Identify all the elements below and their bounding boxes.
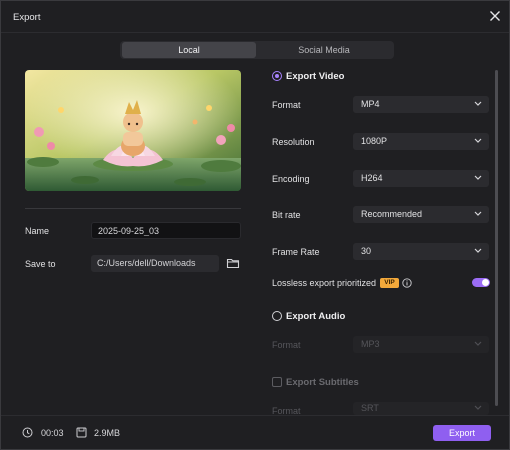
tab-social-media[interactable]: Social Media	[256, 42, 392, 58]
save-path-field[interactable]: C:/Users/dell/Downloads	[91, 255, 219, 272]
info-icon[interactable]	[402, 278, 412, 288]
close-icon	[490, 11, 500, 21]
vip-badge: VIP	[380, 278, 399, 288]
bitrate-label: Bit rate	[272, 210, 301, 220]
save-disk-icon	[76, 427, 87, 438]
resolution-select[interactable]: 1080P	[353, 133, 489, 150]
close-button[interactable]	[487, 8, 503, 24]
folder-icon	[226, 258, 240, 269]
duration-text: 00:03	[41, 428, 64, 438]
chevron-down-icon	[474, 101, 482, 106]
export-subtitles-checkbox[interactable]	[272, 377, 282, 387]
export-subtitles-heading: Export Subtitles	[286, 377, 359, 388]
bitrate-value: Recommended	[361, 209, 423, 219]
resolution-label: Resolution	[272, 137, 315, 147]
audio-format-select[interactable]: MP3	[353, 336, 489, 353]
encoding-label: Encoding	[272, 174, 310, 184]
clock-icon	[22, 427, 33, 438]
frame-rate-select[interactable]: 30	[353, 243, 489, 260]
browse-folder-button[interactable]	[226, 256, 240, 270]
chevron-down-icon	[474, 211, 482, 216]
chevron-down-icon	[474, 405, 482, 410]
video-format-select[interactable]: MP4	[353, 96, 489, 113]
lossless-export-label: Lossless export prioritized	[272, 278, 377, 288]
settings-scrollbar[interactable]	[495, 70, 498, 406]
footer-bar: 00:03 2.9MB Export	[1, 415, 509, 449]
bitrate-select[interactable]: Recommended	[353, 206, 489, 223]
video-preview-thumbnail	[25, 70, 241, 191]
export-video-heading: Export Video	[286, 71, 345, 82]
export-dialog: Export Local Social Media Name 2025-09-2…	[0, 0, 510, 450]
frame-rate-label: Frame Rate	[272, 247, 320, 257]
file-size-text: 2.9MB	[94, 428, 121, 438]
video-format-label: Format	[272, 100, 301, 110]
encoding-select[interactable]: H264	[353, 170, 489, 187]
lossless-export-toggle[interactable]	[472, 278, 490, 287]
resolution-value: 1080P	[361, 136, 388, 146]
export-audio-heading: Export Audio	[286, 311, 346, 322]
dialog-title: Export	[13, 12, 41, 23]
title-bar: Export	[1, 1, 509, 33]
chevron-down-icon	[474, 138, 482, 143]
video-format-value: MP4	[361, 99, 380, 109]
save-to-label: Save to	[25, 259, 56, 269]
export-button[interactable]: Export	[433, 425, 491, 441]
export-target-tabs: Local Social Media	[120, 41, 394, 59]
file-name-input[interactable]	[91, 222, 241, 239]
subtitle-format-value: SRT	[361, 403, 379, 413]
chevron-down-icon	[474, 248, 482, 253]
export-audio-radio[interactable]	[272, 311, 282, 321]
chevron-down-icon	[474, 341, 482, 346]
encoding-value: H264	[361, 173, 383, 183]
audio-format-value: MP3	[361, 339, 380, 349]
export-video-radio[interactable]	[272, 71, 282, 81]
frame-rate-value: 30	[361, 246, 372, 256]
subtitle-format-select[interactable]: SRT	[353, 402, 489, 415]
chevron-down-icon	[474, 175, 482, 180]
name-label: Name	[25, 226, 50, 236]
left-divider	[25, 208, 241, 209]
audio-format-label: Format	[272, 340, 301, 350]
tab-local[interactable]: Local	[122, 42, 256, 58]
